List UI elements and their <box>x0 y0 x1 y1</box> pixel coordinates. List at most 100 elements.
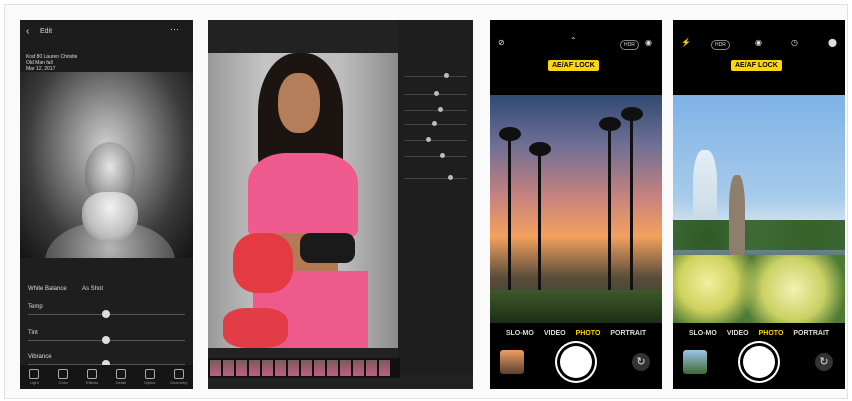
photo-top <box>248 153 358 238</box>
filters-icon[interactable]: ⬤ <box>828 38 837 47</box>
slider-label: Vibrance <box>28 354 52 360</box>
mode-selector: SLO-MO VIDEO PHOTO PORTRAIT <box>490 330 662 337</box>
timer-icon[interactable]: ◷ <box>791 38 798 47</box>
thumbnail[interactable] <box>236 360 247 376</box>
thumbnail[interactable] <box>353 360 364 376</box>
slider-track <box>404 178 467 179</box>
tool-bar: Light Color Effects Detail Optics Geomet… <box>20 365 193 389</box>
thumbnail[interactable] <box>275 360 286 376</box>
adjust-slider[interactable] <box>404 68 467 78</box>
palm-crown <box>621 107 643 121</box>
mode-video[interactable]: VIDEO <box>544 330 566 337</box>
last-photo-thumbnail[interactable] <box>683 350 707 374</box>
slider-knob[interactable] <box>438 107 443 112</box>
thumbnail[interactable] <box>366 360 377 376</box>
adjust-slider[interactable] <box>404 148 467 158</box>
slider-knob[interactable] <box>434 91 439 96</box>
slider-knob[interactable] <box>440 153 445 158</box>
camera-viewfinder[interactable] <box>673 95 845 323</box>
tool-label: Color <box>58 380 69 385</box>
camera-flip-icon[interactable]: ↻ <box>815 353 833 371</box>
tool-color[interactable]: Color <box>53 369 73 385</box>
palm-crown <box>499 127 521 141</box>
thumbnail[interactable] <box>327 360 338 376</box>
slider-track <box>404 140 467 141</box>
white-balance-value[interactable]: As Shot <box>82 286 103 292</box>
thumbnail[interactable] <box>288 360 299 376</box>
hdr-button[interactable]: HDR <box>711 40 730 50</box>
last-photo-thumbnail[interactable] <box>500 350 524 374</box>
adjust-slider[interactable] <box>404 132 467 142</box>
thumbnail[interactable] <box>340 360 351 376</box>
slider-knob[interactable] <box>432 121 437 126</box>
palm-trunk <box>608 125 611 290</box>
slider-knob[interactable] <box>426 137 431 142</box>
adjust-sidebar <box>398 20 473 375</box>
white-balance-label: White Balance <box>28 286 67 292</box>
adjust-slider[interactable] <box>404 102 467 112</box>
mode-portrait[interactable]: PORTRAIT <box>793 330 829 337</box>
palm-trunk <box>630 115 633 290</box>
tool-label: Geometry <box>169 380 188 385</box>
viewfinder-flowers <box>673 255 845 323</box>
hdr-button[interactable]: HDR <box>620 40 639 50</box>
live-photo-icon[interactable]: ◉ <box>755 38 762 47</box>
mode-slomo[interactable]: SLO-MO <box>506 330 534 337</box>
slider-knob[interactable] <box>102 310 110 318</box>
edit-title[interactable]: Edit <box>40 28 52 35</box>
shutter-button[interactable] <box>560 346 592 378</box>
slider-track <box>404 156 467 157</box>
thumbnail[interactable] <box>223 360 234 376</box>
slider-knob[interactable] <box>448 175 453 180</box>
camera-viewfinder[interactable] <box>490 95 662 323</box>
tool-geometry[interactable]: Geometry <box>169 369 189 385</box>
slider-knob[interactable] <box>444 73 449 78</box>
mode-slomo[interactable]: SLO-MO <box>689 330 717 337</box>
slider-track <box>404 110 467 111</box>
tool-label: Effects <box>85 380 99 385</box>
photo-beard <box>82 192 138 242</box>
optics-icon <box>144 369 155 379</box>
slider-track <box>404 76 467 77</box>
ae-af-lock-badge: AE/AF LOCK <box>548 60 599 71</box>
more-icon[interactable]: ⋯ <box>170 24 179 35</box>
live-photo-icon[interactable]: ◉ <box>645 38 652 47</box>
mode-video[interactable]: VIDEO <box>727 330 749 337</box>
mode-portrait[interactable]: PORTRAIT <box>610 330 646 337</box>
slider-temp[interactable]: Temp <box>28 304 185 318</box>
geometry-icon <box>173 369 184 379</box>
chevron-up-icon[interactable]: ⌃ <box>570 36 577 45</box>
mode-photo[interactable]: PHOTO <box>759 330 784 337</box>
slider-tint[interactable]: Tint <box>28 330 185 344</box>
slider-knob[interactable] <box>102 336 110 344</box>
thumbnail[interactable] <box>379 360 390 376</box>
photo-glove <box>233 233 293 293</box>
ae-af-lock-badge: AE/AF LOCK <box>731 60 782 71</box>
mode-photo[interactable]: PHOTO <box>576 330 601 337</box>
flash-icon[interactable]: ⚡ <box>681 38 691 47</box>
thumbnail[interactable] <box>210 360 221 376</box>
viewfinder-ground <box>490 290 662 323</box>
filmstrip <box>208 358 400 378</box>
effects-icon <box>87 369 98 379</box>
camera-flip-icon[interactable]: ↻ <box>632 353 650 371</box>
adjust-slider[interactable] <box>404 86 467 96</box>
adjust-slider[interactable] <box>404 170 467 180</box>
tool-light[interactable]: Light <box>24 369 44 385</box>
tool-detail[interactable]: Detail <box>111 369 131 385</box>
shutter-button[interactable] <box>743 346 775 378</box>
thumbnail[interactable] <box>249 360 260 376</box>
thumbnail[interactable] <box>314 360 325 376</box>
flash-icon[interactable]: ⊘ <box>498 38 505 47</box>
lightroom-mobile-screen: ‹ Edit ⋯ Kraf 80 Lauren Christie Old Man… <box>20 20 193 389</box>
tool-effects[interactable]: Effects <box>82 369 102 385</box>
viewfinder-fountain <box>693 150 717 230</box>
adjust-slider[interactable] <box>404 116 467 126</box>
slider-label: Temp <box>28 304 43 310</box>
tool-optics[interactable]: Optics <box>140 369 160 385</box>
tool-label: Light <box>30 380 39 385</box>
thumbnail[interactable] <box>262 360 273 376</box>
thumbnail[interactable] <box>301 360 312 376</box>
tool-label: Detail <box>115 380 126 385</box>
back-icon[interactable]: ‹ <box>26 26 29 37</box>
